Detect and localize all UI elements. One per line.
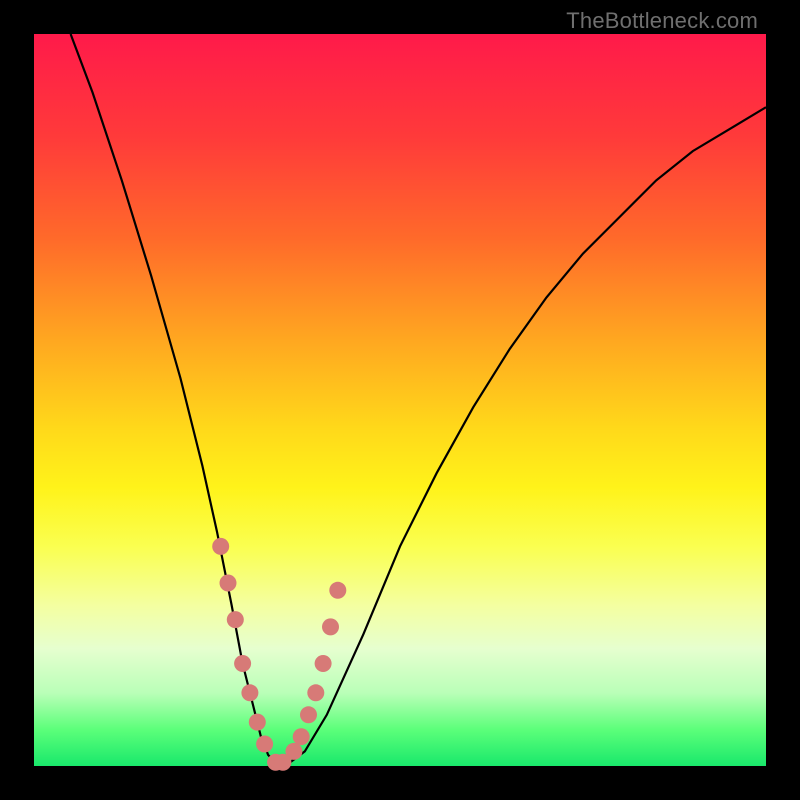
- marker-dot: [212, 538, 229, 555]
- marker-dot: [227, 611, 244, 628]
- marker-dot: [241, 684, 258, 701]
- marker-dot: [293, 728, 310, 745]
- marker-dot: [322, 618, 339, 635]
- marker-group: [212, 538, 346, 771]
- marker-dot: [300, 706, 317, 723]
- watermark-text: TheBottleneck.com: [566, 8, 758, 34]
- marker-dot: [315, 655, 332, 672]
- marker-dot: [329, 582, 346, 599]
- marker-dot: [234, 655, 251, 672]
- plot-area: [34, 34, 766, 766]
- marker-dot: [249, 714, 266, 731]
- marker-dot: [307, 684, 324, 701]
- bottleneck-curve: [71, 34, 766, 765]
- marker-dot: [256, 736, 273, 753]
- marker-dot: [285, 743, 302, 760]
- chart-frame: TheBottleneck.com: [0, 0, 800, 800]
- marker-dot: [220, 575, 237, 592]
- curve-svg: [34, 34, 766, 766]
